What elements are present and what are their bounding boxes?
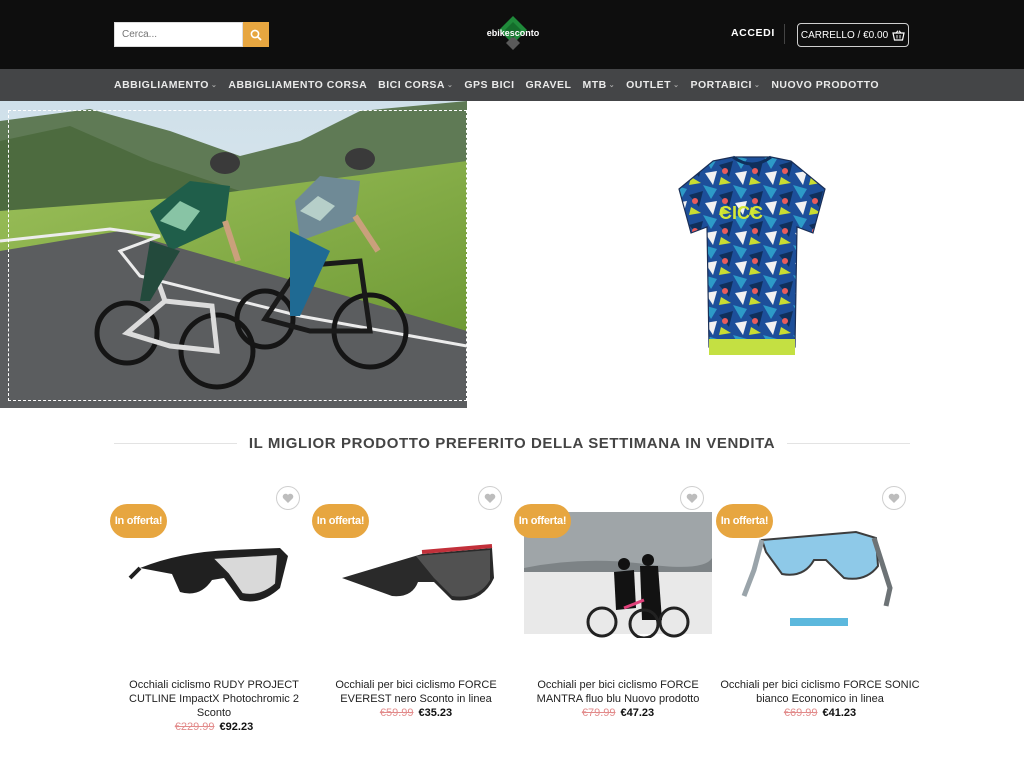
nav-item-label: NUOVO PRODOTTO xyxy=(771,79,880,91)
wishlist-button[interactable] xyxy=(276,486,300,510)
hero-banner-jersey[interactable]: CICC xyxy=(467,101,1024,408)
cyclists-photo xyxy=(0,101,467,408)
sale-price: €47.23 xyxy=(620,707,655,719)
nav-item[interactable]: NUOVO PRODOTTO xyxy=(771,79,879,91)
nav-item[interactable]: PORTABICI ⌄ xyxy=(690,79,760,91)
nav-item-label: ABBIGLIAMENTO CORSA xyxy=(228,79,368,91)
cart-label: CARRELLO / €0.00 xyxy=(800,29,889,41)
heart-icon xyxy=(484,493,496,503)
product-title[interactable]: Occhiali per bici ciclismo FORCE SONIC b… xyxy=(720,678,920,706)
nav-item[interactable]: BICI CORSA ⌄ xyxy=(378,79,453,91)
top-header: ebikesconto ACCEDI CARRELLO / €0.00 xyxy=(0,0,1024,69)
chevron-down-icon: ⌄ xyxy=(210,82,218,89)
logo-text: ebikesconto xyxy=(486,28,540,38)
wishlist-button[interactable] xyxy=(478,486,502,510)
title-rule-left xyxy=(114,442,237,444)
old-price: €229.99 xyxy=(174,721,215,733)
old-price: €79.99 xyxy=(581,707,616,719)
nav-item-label: GPS BICI xyxy=(464,79,515,91)
login-link[interactable]: ACCEDI xyxy=(731,27,775,39)
nav-item[interactable]: GRAVEL xyxy=(525,79,571,91)
sale-badge: In offerta! xyxy=(716,504,773,538)
nav-item-label: OUTLET xyxy=(626,79,672,91)
product-prices: €69.99 €41.23 xyxy=(720,707,920,719)
product-title[interactable]: Occhiali per bici ciclismo FORCE EVEREST… xyxy=(316,678,516,706)
product-title[interactable]: Occhiali per bici ciclismo FORCE MANTRA … xyxy=(518,678,718,706)
product-prices: €79.99 €47.23 xyxy=(518,707,718,719)
search-form xyxy=(114,22,269,47)
chevron-down-icon: ⌄ xyxy=(608,82,616,89)
search-input[interactable] xyxy=(114,22,243,47)
title-rule-right xyxy=(787,442,911,444)
product-title[interactable]: Occhiali ciclismo RUDY PROJECT CUTLINE I… xyxy=(114,678,314,720)
site-logo[interactable]: ebikesconto xyxy=(478,14,548,54)
header-divider xyxy=(784,24,785,44)
wishlist-button[interactable] xyxy=(882,486,906,510)
heart-icon xyxy=(888,493,900,503)
product-card[interactable]: In offerta! Occhiali per bici ciclismo F… xyxy=(716,484,920,744)
nav-item-label: GRAVEL xyxy=(525,79,572,91)
sale-price: €92.23 xyxy=(219,721,254,733)
old-price: €69.99 xyxy=(783,707,818,719)
nav-item-label: ABBIGLIAMENTO xyxy=(114,79,209,91)
nav-item[interactable]: GPS BICI xyxy=(464,79,514,91)
product-prices: €59.99 €35.23 xyxy=(316,707,516,719)
cart-button[interactable]: CARRELLO / €0.00 xyxy=(797,23,909,47)
wishlist-button[interactable] xyxy=(680,486,704,510)
nav-item[interactable]: OUTLET ⌄ xyxy=(626,79,679,91)
nav-item[interactable]: ABBIGLIAMENTO CORSA xyxy=(228,79,367,91)
product-card[interactable]: In offerta! Occhiali per bici ciclismo F… xyxy=(514,484,712,744)
search-button[interactable] xyxy=(243,22,269,47)
sale-badge: In offerta! xyxy=(110,504,167,538)
product-card[interactable]: In offerta! Occhiali per bici ciclismo F… xyxy=(312,484,510,744)
chevron-down-icon: ⌄ xyxy=(673,82,680,89)
main-nav-bar: ABBIGLIAMENTO ⌄ ABBIGLIAMENTO CORSA BICI CO… xyxy=(0,69,1024,101)
sale-price: €35.23 xyxy=(418,707,453,719)
hero-banner-cyclists[interactable] xyxy=(0,101,467,408)
section-title: IL MIGLIOR PRODOTTO PREFERITO DELLA SETT… xyxy=(248,434,776,452)
heart-icon xyxy=(686,493,698,503)
nav-item-label: MTB xyxy=(582,79,607,91)
nav-item[interactable]: ABBIGLIAMENTO ⌄ xyxy=(114,79,217,91)
chevron-down-icon: ⌄ xyxy=(753,82,761,89)
chevron-down-icon: ⌄ xyxy=(447,82,454,89)
basket-icon xyxy=(892,29,905,41)
main-nav: ABBIGLIAMENTO ⌄ ABBIGLIAMENTO CORSA BICI CO… xyxy=(114,69,879,101)
sale-badge: In offerta! xyxy=(312,504,369,538)
old-price: €59.99 xyxy=(379,707,414,719)
heart-icon xyxy=(282,493,294,503)
cycling-jersey-image: CICC xyxy=(678,155,826,355)
search-icon xyxy=(250,29,262,41)
nav-item[interactable]: MTB ⌄ xyxy=(582,79,615,91)
sale-badge: In offerta! xyxy=(514,504,571,538)
sale-price: €41.23 xyxy=(822,707,857,719)
nav-item-label: PORTABICI xyxy=(690,79,752,91)
svg-text:CICC: CICC xyxy=(719,203,763,223)
product-card[interactable]: In offerta! Occhiali ciclismo RUDY PROJE… xyxy=(110,484,308,744)
section-header: IL MIGLIOR PRODOTTO PREFERITO DELLA SETT… xyxy=(114,432,911,454)
nav-item-label: BICI CORSA xyxy=(378,79,446,91)
product-prices: €229.99 €92.23 xyxy=(114,721,314,733)
